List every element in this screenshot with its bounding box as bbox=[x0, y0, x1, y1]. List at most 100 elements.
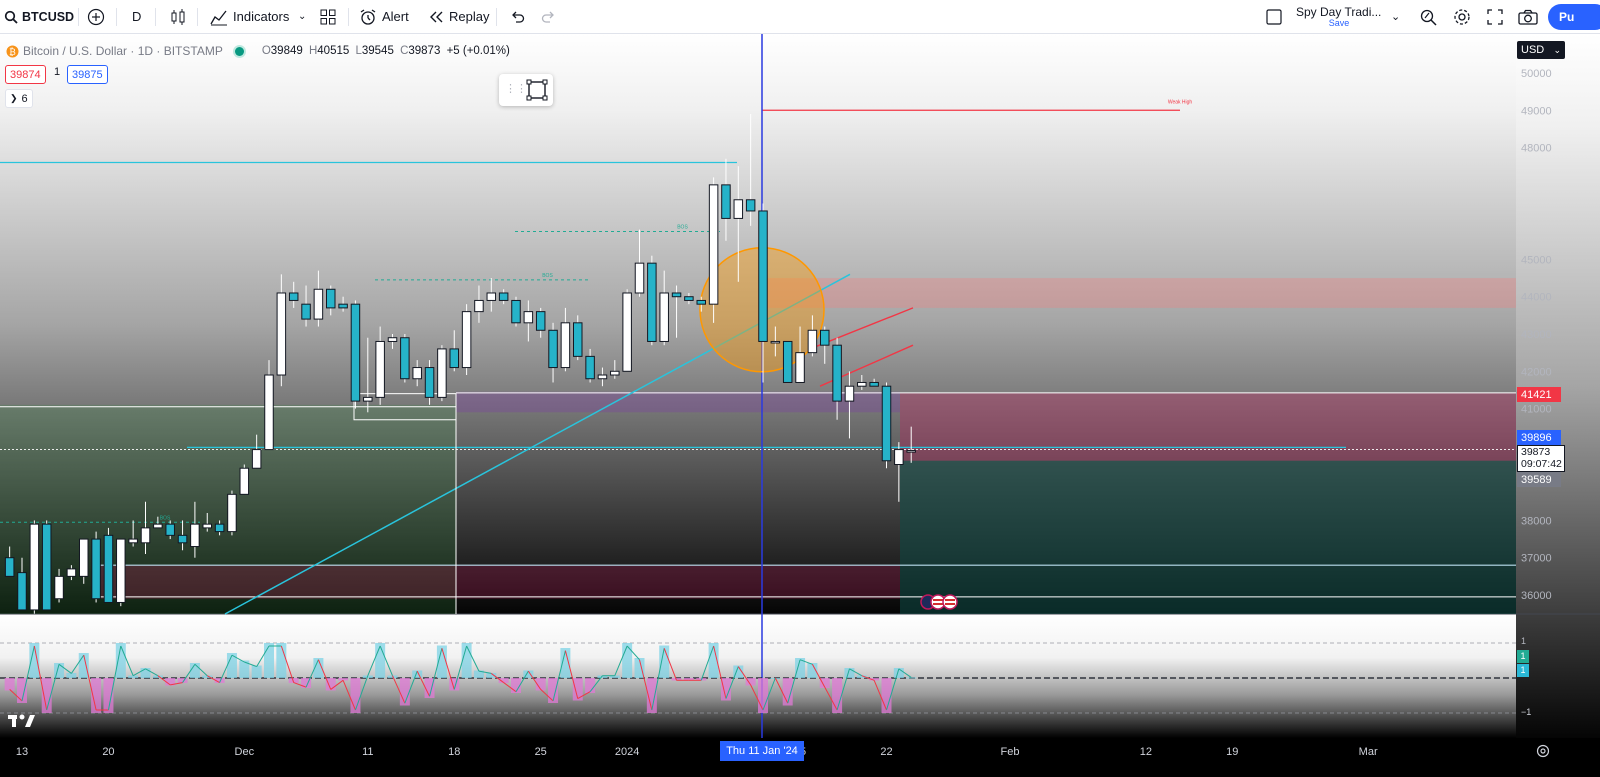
candle-body bbox=[597, 374, 608, 380]
candle bbox=[350, 300, 361, 409]
candle-body bbox=[177, 534, 188, 544]
price-chart[interactable]: BOS BOS BOS Weak High 36000 37000 38000 41000 4… bbox=[0, 0, 1600, 777]
candle bbox=[782, 340, 793, 383]
candle-body bbox=[437, 348, 447, 398]
currency-label: USD bbox=[1521, 44, 1545, 56]
last-price: 39873 bbox=[1521, 446, 1551, 458]
last-price-tag: 39873 09:07:42 bbox=[1517, 445, 1565, 472]
bos-label: BOS bbox=[542, 273, 553, 279]
candle-body bbox=[758, 210, 768, 342]
candle-body bbox=[449, 348, 459, 369]
candle-body bbox=[535, 311, 546, 331]
price-tick-label: 38000 bbox=[1521, 515, 1552, 527]
price-tick-label: 45000 bbox=[1521, 254, 1552, 266]
candle-body bbox=[79, 538, 89, 577]
price-tick-label: 36000 bbox=[1521, 590, 1552, 602]
candle-body bbox=[338, 303, 348, 309]
candle-body bbox=[301, 303, 311, 320]
candle-body bbox=[326, 288, 336, 309]
candle-body bbox=[659, 292, 669, 342]
price-tick-label: 43000 bbox=[1521, 329, 1552, 341]
candle-body bbox=[844, 385, 855, 402]
candle-body bbox=[498, 292, 509, 301]
candle-body bbox=[548, 329, 558, 369]
candle-body bbox=[832, 344, 842, 402]
candle-body bbox=[560, 322, 571, 369]
crosshair-time-label: Thu 11 Jan '24 bbox=[720, 741, 804, 761]
candle-body bbox=[140, 527, 151, 544]
candle bbox=[647, 255, 657, 346]
economic-events-flags[interactable] bbox=[918, 594, 960, 610]
candle-body bbox=[41, 523, 52, 611]
time-settings-icon[interactable] bbox=[1536, 744, 1550, 758]
osc-histogram-bar bbox=[585, 678, 596, 693]
price-tick-label: 50000 bbox=[1521, 68, 1552, 80]
time-tick-label: 22 bbox=[880, 746, 892, 758]
osc-histogram-bar bbox=[461, 643, 472, 678]
candle-body bbox=[733, 199, 744, 219]
osc-histogram-bar bbox=[375, 643, 386, 678]
candle-body bbox=[671, 292, 682, 298]
candle bbox=[91, 531, 101, 603]
price-tick-label: 41000 bbox=[1521, 404, 1552, 416]
spread-value: 1 bbox=[54, 66, 61, 78]
osc-histogram-bar bbox=[140, 668, 151, 678]
candle-body bbox=[4, 557, 15, 577]
candle-body bbox=[745, 199, 756, 212]
candle bbox=[116, 538, 126, 607]
price-axis-background bbox=[1516, 34, 1600, 738]
ask-price-button[interactable]: 39875 bbox=[67, 65, 108, 84]
drag-handle-icon[interactable]: ⋮⋮ bbox=[505, 82, 527, 95]
candle-body bbox=[622, 292, 632, 372]
osc-histogram-bar bbox=[189, 663, 200, 678]
ohlc-values: O39849 H40515 L39545 C39873 +5 (+0.01%) bbox=[261, 45, 510, 57]
osc-histogram-bar bbox=[264, 643, 274, 678]
time-tick-label: 2024 bbox=[615, 746, 639, 758]
bid-price-button[interactable]: 39874 bbox=[5, 65, 46, 84]
osc-histogram-bar bbox=[338, 678, 349, 681]
osc-histogram-bar bbox=[881, 678, 892, 713]
floating-drawing-toolbar: ⋮⋮ bbox=[499, 74, 553, 106]
indicators-toggle[interactable]: ❯ 6 bbox=[5, 89, 33, 108]
price-tick-label: 49000 bbox=[1521, 105, 1552, 117]
indicator-count: 6 bbox=[21, 92, 28, 105]
candle-body bbox=[17, 572, 27, 611]
candle-body bbox=[573, 322, 583, 357]
symbol-title: Bitcoin / U.S. Dollar · 1D · BITSTAMP bbox=[23, 44, 223, 58]
candle-body bbox=[276, 292, 287, 376]
candle bbox=[41, 520, 52, 611]
time-tick-label: Feb bbox=[1001, 746, 1020, 758]
osc-histogram-bar bbox=[832, 678, 843, 713]
osc-tag-blue: 1 bbox=[1517, 664, 1529, 677]
candle bbox=[881, 382, 892, 469]
candle-body bbox=[486, 292, 497, 301]
candle-body bbox=[128, 538, 138, 544]
candle bbox=[239, 464, 250, 495]
osc-tick-bottom: −1 bbox=[1521, 707, 1532, 717]
candle-body bbox=[795, 352, 805, 383]
candle-body bbox=[288, 292, 299, 301]
candle bbox=[511, 296, 521, 327]
candle bbox=[622, 289, 632, 372]
candle-body bbox=[708, 184, 719, 305]
chevron-icon: ❯ bbox=[10, 93, 18, 103]
osc-histogram-bar bbox=[276, 643, 287, 678]
rectangle-tool-icon[interactable] bbox=[526, 79, 548, 101]
candle-body bbox=[239, 467, 250, 495]
candle-body bbox=[461, 311, 472, 369]
osc-histogram-bar bbox=[906, 677, 917, 679]
teal-zone bbox=[900, 460, 1516, 614]
candle-body bbox=[66, 568, 77, 577]
candle bbox=[400, 334, 410, 383]
candle-body bbox=[227, 493, 237, 533]
resistance-zone bbox=[900, 392, 1516, 461]
candle-body bbox=[387, 337, 398, 342]
candle-body bbox=[782, 340, 793, 383]
candle-body bbox=[350, 303, 361, 402]
chevron-down-icon: ⌄ bbox=[1553, 44, 1561, 55]
price-tag-low: 39589 bbox=[1517, 472, 1561, 487]
bos-label: BOS bbox=[160, 515, 171, 521]
currency-selector[interactable]: USD ⌄ bbox=[1517, 41, 1565, 59]
time-tick-label: Mar bbox=[1359, 746, 1378, 758]
candle-body bbox=[511, 299, 521, 324]
